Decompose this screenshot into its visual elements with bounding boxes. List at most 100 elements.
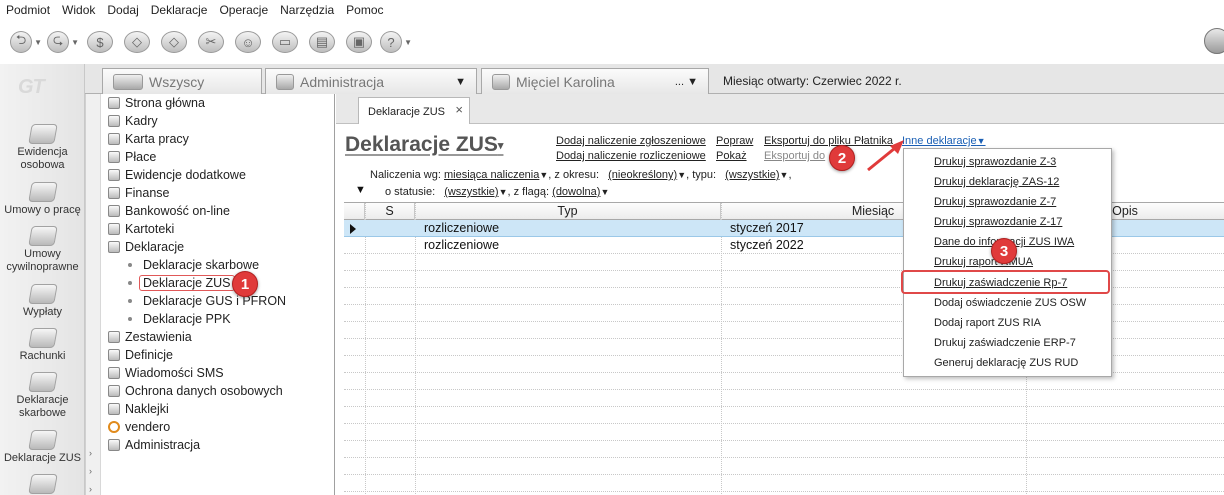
menu-dodaj[interactable]: Dodaj bbox=[101, 3, 144, 17]
chevron-right-icon[interactable]: › bbox=[89, 448, 92, 458]
print-icon: ▣ bbox=[346, 31, 372, 53]
tree-sub-deklaracje-zus[interactable]: Deklaracje ZUS bbox=[128, 274, 235, 292]
tree-sub-deklaracje-ppk[interactable]: Deklaracje PPK bbox=[128, 310, 231, 328]
cell-miesiac: styczeń 2017 bbox=[730, 221, 804, 235]
filter-status-value[interactable]: (wszystkie) bbox=[444, 186, 498, 198]
chevron-down-icon[interactable]: ▼ bbox=[600, 187, 609, 197]
menu-item-zas12[interactable]: Drukuj deklarację ZAS-12 bbox=[934, 172, 1059, 192]
tree-item-finanse[interactable]: Finanse bbox=[108, 184, 169, 202]
menu-item-z7[interactable]: Drukuj sprawozdanie Z-7 bbox=[934, 192, 1056, 212]
tree-item-place[interactable]: Płace bbox=[108, 148, 156, 166]
tab-deklaracje-zus[interactable]: Deklaracje ZUS × bbox=[358, 97, 470, 125]
tree-item-zestawienia[interactable]: Zestawienia bbox=[108, 328, 192, 346]
row-pointer-icon bbox=[350, 224, 356, 234]
column-s[interactable]: S bbox=[365, 203, 415, 220]
back-icon: ⮌ bbox=[10, 31, 33, 53]
filter-flaga-value[interactable]: (dowolna) bbox=[552, 186, 600, 198]
menu-widok[interactable]: Widok bbox=[56, 3, 101, 17]
nav-sms[interactable] bbox=[0, 474, 85, 495]
popraw-link[interactable]: Popraw bbox=[716, 135, 753, 147]
tree-label: Strona główna bbox=[125, 96, 205, 110]
eraser-button[interactable]: ◇ bbox=[121, 27, 153, 57]
left-nav: GT Ewidencja osobowa Umowy o pracę Umowy… bbox=[0, 64, 85, 495]
payments-button[interactable]: $ bbox=[84, 27, 116, 57]
tab-person[interactable]: Mięciel Karolina ... ▼ bbox=[481, 68, 709, 94]
more-icon[interactable]: ... ▼ bbox=[675, 76, 698, 88]
tree-item-kartoteki[interactable]: Kartoteki bbox=[108, 220, 174, 238]
back-button[interactable]: ⮌ ▼ bbox=[10, 27, 42, 57]
nav-wyplaty[interactable]: Wypłaty bbox=[0, 284, 85, 319]
tree-sub-deklaracje-gus[interactable]: Deklaracje GUS i PFRON bbox=[128, 292, 286, 310]
tree-item-kadry[interactable]: Kadry bbox=[108, 112, 158, 130]
menu-item-z17[interactable]: Drukuj sprawozdanie Z-17 bbox=[934, 212, 1062, 232]
menu-item-rmua[interactable]: Drukuj raport RMUA bbox=[934, 252, 1033, 272]
tree-item-ewidencje-dodatkowe[interactable]: Ewidencje dodatkowe bbox=[108, 166, 246, 184]
expand-filters-icon[interactable]: ▼ bbox=[355, 184, 366, 196]
column-typ[interactable]: Typ bbox=[415, 203, 721, 220]
page-title[interactable]: Deklaracje ZUS▾ bbox=[345, 133, 503, 157]
money-button[interactable]: ▭ bbox=[269, 27, 301, 57]
chevron-right-icon[interactable]: › bbox=[89, 484, 92, 494]
nav-rachunki[interactable]: Rachunki bbox=[0, 328, 85, 363]
export-link[interactable]: Eksportuj do bbox=[764, 150, 825, 162]
nav-ewidencja-osobowa[interactable]: Ewidencja osobowa bbox=[0, 124, 85, 172]
menu-item-osw[interactable]: Dodaj oświadczenie ZUS OSW bbox=[934, 293, 1086, 313]
filter-okres-value[interactable]: (nieokreślony) bbox=[608, 169, 677, 181]
tree-label: Deklaracje GUS i PFRON bbox=[143, 294, 287, 308]
filter-wg-value[interactable]: miesiąca naliczenia bbox=[444, 169, 539, 181]
eraser2-icon: ◇ bbox=[161, 31, 187, 53]
help-button[interactable]: ? ▼ bbox=[380, 27, 412, 57]
menu-narzedzia[interactable]: Narzędzia bbox=[274, 3, 340, 17]
cell-typ: rozliczeniowe bbox=[424, 221, 500, 235]
tree-item-definicje[interactable]: Definicje bbox=[108, 346, 173, 364]
nav-umowy-cywilnoprawne[interactable]: Umowy cywilnoprawne bbox=[0, 226, 85, 274]
chevron-right-icon[interactable]: › bbox=[89, 466, 92, 476]
tree-item-strona-glowna[interactable]: Strona główna bbox=[108, 94, 205, 112]
chevron-down-icon[interactable]: ▼ bbox=[499, 187, 508, 197]
context-bar: Wszyscy Administracja ▼ Mięciel Karolina.… bbox=[85, 64, 1224, 94]
tree-item-bankowosc[interactable]: Bankowość on-line bbox=[108, 202, 230, 220]
tree-item-karta-pracy[interactable]: Karta pracy bbox=[108, 130, 189, 148]
menu-podmiot[interactable]: Podmiot bbox=[0, 3, 56, 17]
close-icon[interactable]: × bbox=[455, 102, 463, 117]
eraser2-button[interactable]: ◇ bbox=[158, 27, 190, 57]
menu-item-erp7[interactable]: Drukuj zaświadczenie ERP-7 bbox=[934, 333, 1076, 353]
tree-item-naklejki[interactable]: Naklejki bbox=[108, 400, 169, 418]
menu-operacje[interactable]: Operacje bbox=[213, 3, 274, 17]
tab-wszyscy[interactable]: Wszyscy bbox=[102, 68, 262, 94]
tools-button[interactable]: ✂ bbox=[195, 27, 227, 57]
tree-item-vendero[interactable]: vendero bbox=[108, 418, 170, 436]
finance-icon bbox=[108, 187, 120, 199]
nav-umowy-o-prace[interactable]: Umowy o pracę bbox=[0, 182, 85, 217]
people-button[interactable]: ☺ bbox=[232, 27, 264, 57]
tree-label: Definicje bbox=[125, 348, 173, 362]
chevron-down-icon[interactable]: ▼ bbox=[455, 76, 466, 88]
chevron-down-icon[interactable]: ▼ bbox=[539, 170, 548, 180]
add-zgloszeniowe-link[interactable]: Dodaj naliczenie zgłoszeniowe bbox=[556, 135, 706, 147]
tree-item-deklaracje[interactable]: Deklaracje bbox=[108, 238, 184, 256]
menu-pomoc[interactable]: Pomoc bbox=[340, 3, 389, 17]
menu-item-z3[interactable]: Drukuj sprawozdanie Z-3 bbox=[934, 152, 1056, 172]
tree-item-sms[interactable]: Wiadomości SMS bbox=[108, 364, 224, 382]
other-declarations-link[interactable]: Inne deklaracje▼ bbox=[902, 135, 986, 147]
filter-typ-value[interactable]: (wszystkie) bbox=[725, 169, 779, 181]
globe-icon[interactable] bbox=[1204, 28, 1224, 54]
nav-deklaracje-skarbowe[interactable]: Deklaracje skarbowe bbox=[0, 372, 85, 420]
menu-item-rud[interactable]: Generuj deklarację ZUS RUD bbox=[934, 353, 1078, 373]
home-icon bbox=[108, 97, 120, 109]
table-row bbox=[344, 407, 1224, 424]
add-rozliczeniowe-link[interactable]: Dodaj naliczenie rozliczeniowe bbox=[556, 150, 706, 162]
tree-item-ochrona[interactable]: Ochrona danych osobowych bbox=[108, 382, 283, 400]
menu-deklaracje[interactable]: Deklaracje bbox=[145, 3, 214, 17]
tab-administracja[interactable]: Administracja ▼ bbox=[265, 68, 477, 94]
zus-icon bbox=[27, 430, 58, 450]
declarations-icon bbox=[108, 241, 120, 253]
forward-button[interactable]: ⮎ ▼ bbox=[47, 27, 79, 57]
tree-item-administracja[interactable]: Administracja bbox=[108, 436, 200, 454]
print-button[interactable]: ▣ bbox=[343, 27, 375, 57]
pokaz-link[interactable]: Pokaż bbox=[716, 150, 747, 162]
nav-deklaracje-zus[interactable]: Deklaracje ZUS bbox=[0, 430, 85, 465]
chevron-down-icon[interactable]: ▼ bbox=[677, 170, 686, 180]
menu-item-ria[interactable]: Dodaj raport ZUS RIA bbox=[934, 313, 1041, 333]
copy-button[interactable]: ▤ bbox=[306, 27, 338, 57]
